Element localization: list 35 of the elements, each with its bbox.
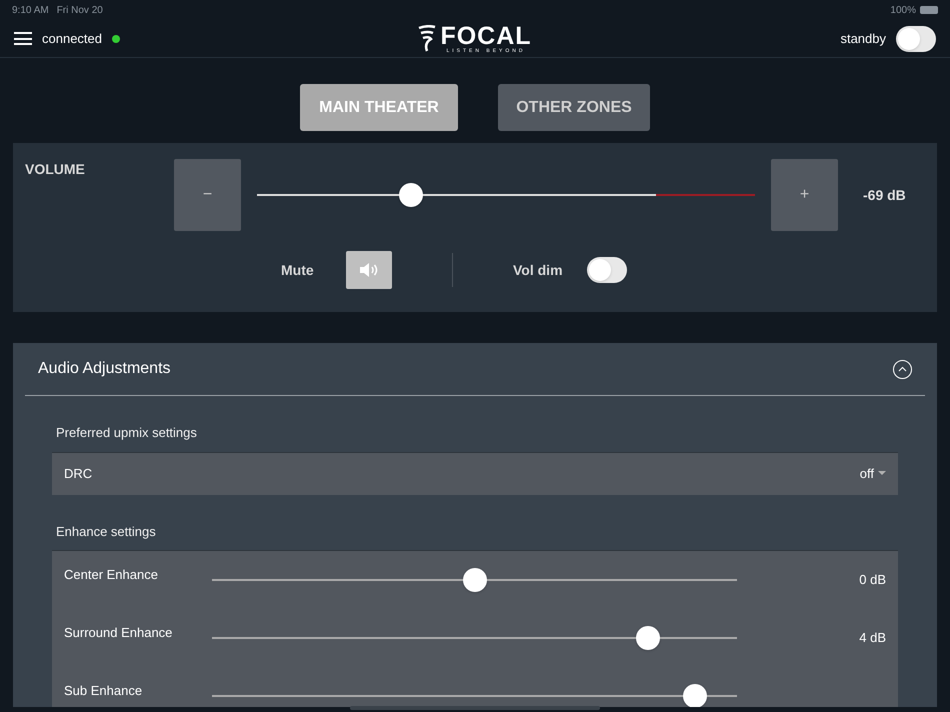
standby-toggle[interactable]	[896, 26, 936, 52]
speaker-icon	[359, 262, 379, 278]
slider-label: Surround Enhance	[64, 624, 174, 642]
menu-icon[interactable]	[14, 32, 32, 45]
status-date: Fri Nov 20	[56, 4, 103, 18]
status-time: 9:10 AM	[12, 4, 49, 18]
mute-label: Mute	[281, 260, 315, 280]
section-title: Audio Adjustments	[38, 359, 171, 379]
connection-status: connected	[42, 30, 102, 48]
volume-reading: -69 dB	[863, 186, 906, 204]
logo-swirl-icon	[418, 24, 436, 52]
slider-label: Sub Enhance	[64, 682, 144, 700]
zone-tab[interactable]: MAIN THEATER	[300, 84, 458, 131]
slider-reading: 0 dB	[859, 571, 886, 590]
slider-thumb[interactable]	[462, 568, 486, 592]
logo-text: FOCAL	[440, 24, 532, 48]
vol-dim-toggle[interactable]	[586, 257, 627, 283]
collapse-icon[interactable]	[893, 360, 912, 378]
volume-slider-thumb[interactable]	[399, 183, 424, 207]
slider-thumb[interactable]	[683, 684, 707, 707]
drc-dropdown[interactable]: DRC off	[52, 452, 898, 494]
volume-title: VOLUME	[25, 160, 85, 179]
caret-icon	[878, 471, 886, 476]
slider-thumb[interactable]	[636, 626, 660, 650]
battery-icon	[920, 6, 938, 14]
battery-percent: 100%	[890, 4, 916, 18]
vol-dim-label: Vol dim	[513, 260, 563, 280]
settings-heading: Enhance settings	[55, 522, 157, 541]
volume-down-button[interactable]: −	[174, 159, 241, 231]
settings-heading: Preferred upmix settings	[55, 424, 198, 442]
standby-label: standby	[840, 30, 886, 48]
slider-label: Center Enhance	[64, 566, 159, 584]
slider-reading: 4 dB	[859, 629, 886, 648]
volume-up-button[interactable]: +	[771, 159, 838, 231]
zone-tab[interactable]: OTHER ZONES	[498, 84, 650, 131]
